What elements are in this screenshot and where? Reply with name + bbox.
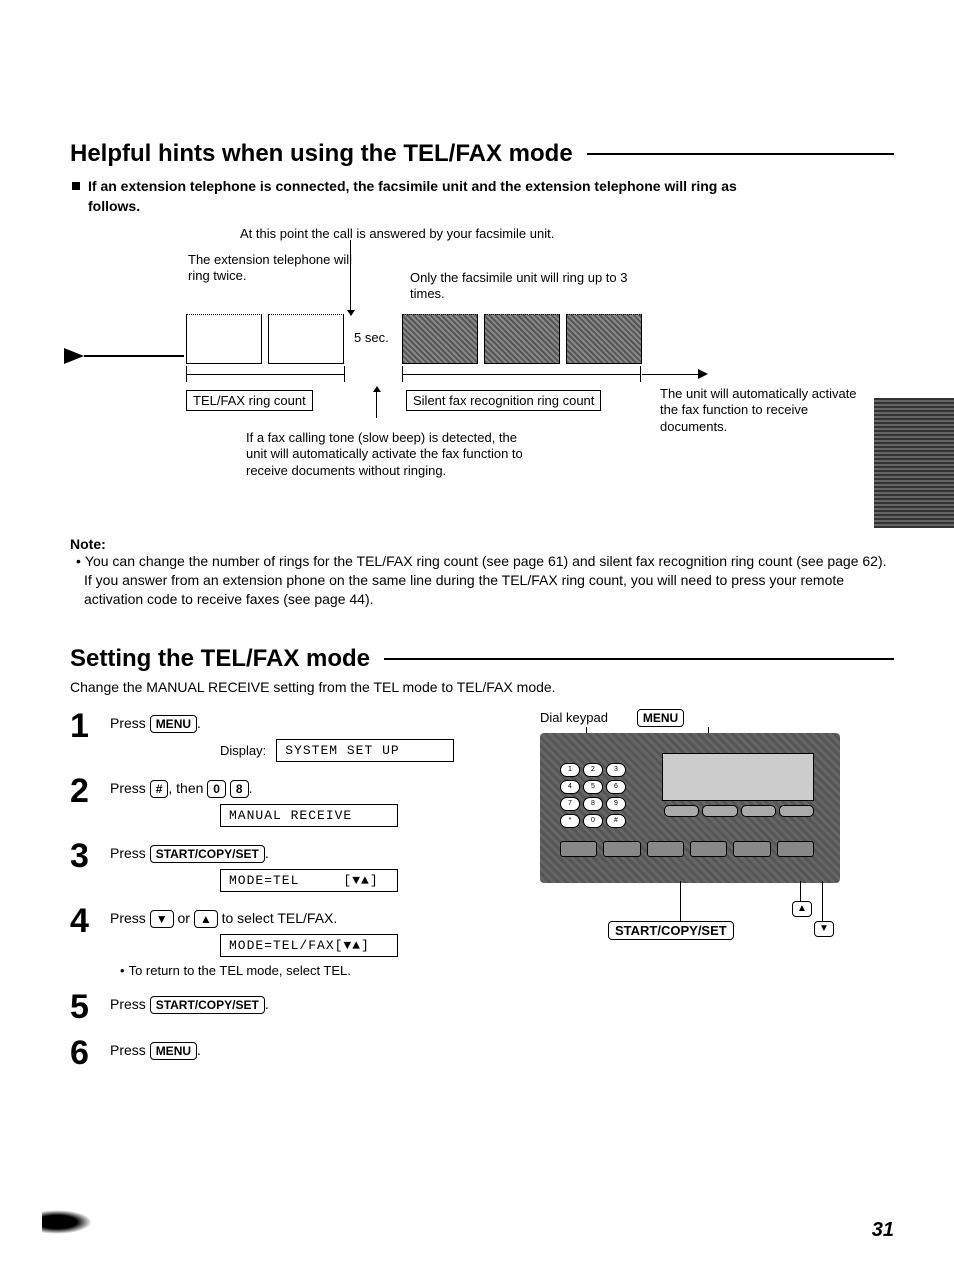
display-label: Display: <box>220 743 266 758</box>
silent-ring-count-label: Silent fax recognition ring count <box>406 390 601 411</box>
down-arrow-button-icon: ▼ <box>814 921 834 937</box>
lcd-display: MODE=TEL/FAX[▼▲] <box>220 934 398 957</box>
intro-bullet: If an extension telephone is connected, … <box>70 178 894 194</box>
lcd-display: SYSTEM SET UP <box>276 739 454 762</box>
heading-hints: Helpful hints when using the TEL/FAX mod… <box>70 140 894 168</box>
menu-key: MENU <box>150 715 197 733</box>
menu-key-label: MENU <box>637 709 684 727</box>
steps-list: 1 Press MENU. Display: SYSTEM SET UP 2 P… <box>70 709 894 1070</box>
square-bullet-icon <box>72 182 80 190</box>
up-arrow-button-icon: ▲ <box>792 901 812 917</box>
step-6: 6 Press MENU. <box>70 1036 894 1070</box>
intro-follows: follows. <box>88 198 894 214</box>
callout-line <box>822 881 823 921</box>
ring-box-hatched <box>402 314 478 364</box>
lcd-display: MODE=TEL [▼▲] <box>220 869 398 892</box>
ring-box <box>186 314 262 364</box>
down-key: ▼ <box>150 910 174 928</box>
ring-box-hatched <box>484 314 560 364</box>
device-screen <box>662 753 814 801</box>
change-line: Change the MANUAL RECEIVE setting from t… <box>70 679 894 695</box>
fax-device: 123 456 789 *0# <box>540 733 840 883</box>
arrow-up-icon <box>376 390 377 418</box>
step-number: 4 <box>70 904 104 938</box>
menu-key: MENU <box>150 1042 197 1060</box>
five-sec-label: 5 sec. <box>354 330 389 346</box>
dial-keypad: 123 456 789 *0# <box>560 763 634 831</box>
callout-line <box>680 881 681 921</box>
step-number: 3 <box>70 839 104 873</box>
start-copy-set-label: START/COPY/SET <box>608 921 734 940</box>
step-number: 1 <box>70 709 104 743</box>
start-copy-set-key: START/COPY/SET <box>150 845 265 863</box>
page-thumb-tab <box>874 398 954 528</box>
device-illustration: Dial keypad MENU 123 456 789 *0# <box>540 709 900 947</box>
heading-setting: Setting the TEL/FAX mode <box>70 645 894 673</box>
caption-answered: At this point the call is answered by yo… <box>240 226 554 242</box>
ring-timing-diagram: At this point the call is answered by yo… <box>70 226 894 526</box>
start-copy-set-key: START/COPY/SET <box>150 996 265 1014</box>
caption-fax-tone: If a fax calling tone (slow beep) is det… <box>246 430 526 479</box>
zero-key: 0 <box>207 780 226 798</box>
caption-only-fax: Only the facsimile unit will ring up to … <box>410 270 630 303</box>
hash-key: # <box>150 780 169 798</box>
step-number: 2 <box>70 774 104 808</box>
caption-ext-ring: The extension telephone will ring twice. <box>188 252 358 285</box>
step-number: 5 <box>70 990 104 1024</box>
arrow-right-icon <box>64 348 84 364</box>
step-5: 5 Press START/COPY/SET. <box>70 990 894 1024</box>
caption-auto-activate: The unit will automatically activate the… <box>660 386 860 435</box>
arrow-down-icon <box>350 240 351 312</box>
step-number: 6 <box>70 1036 104 1070</box>
telfax-ring-count-label: TEL/FAX ring count <box>186 390 313 411</box>
lcd-display: MANUAL RECEIVE <box>220 804 398 827</box>
page-number: 31 <box>872 1219 894 1242</box>
ring-box <box>268 314 344 364</box>
dial-keypad-label: Dial keypad <box>540 710 608 725</box>
note-body: You can change the number of rings for t… <box>84 552 894 609</box>
print-smudge <box>42 1210 92 1234</box>
note-heading: Note: <box>70 536 894 552</box>
up-key: ▲ <box>194 910 218 928</box>
arrow-right-icon <box>698 369 708 379</box>
ring-box-hatched <box>566 314 642 364</box>
eight-key: 8 <box>230 780 249 798</box>
step-4-sub: To return to the TEL mode, select TEL. <box>120 963 894 978</box>
